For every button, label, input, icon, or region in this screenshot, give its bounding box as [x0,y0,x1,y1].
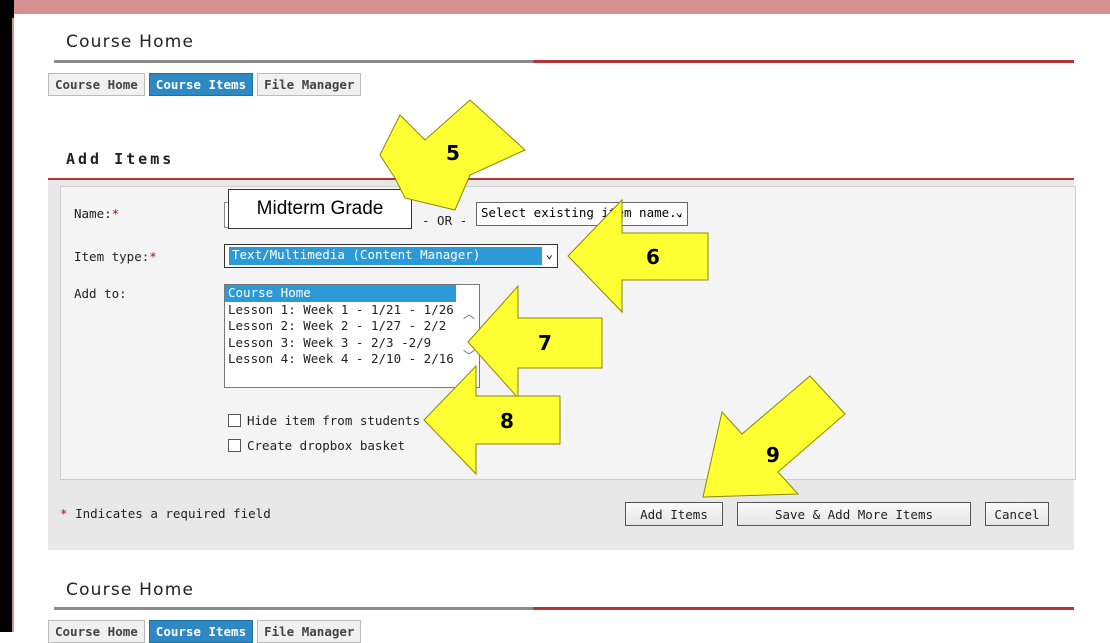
arrow-6-icon [567,198,709,314]
arrow-8-icon [423,364,561,476]
step-5-label: 5 [446,141,460,165]
annotation-arrows: 5 6 7 8 9 [379,99,846,498]
step-8-label: 8 [500,409,514,433]
arrow-9-icon [702,375,846,498]
step-7-label: 7 [538,331,552,355]
step-6-label: 6 [646,245,660,269]
arrow-7-icon [467,284,603,400]
step-9-label: 9 [766,443,780,467]
